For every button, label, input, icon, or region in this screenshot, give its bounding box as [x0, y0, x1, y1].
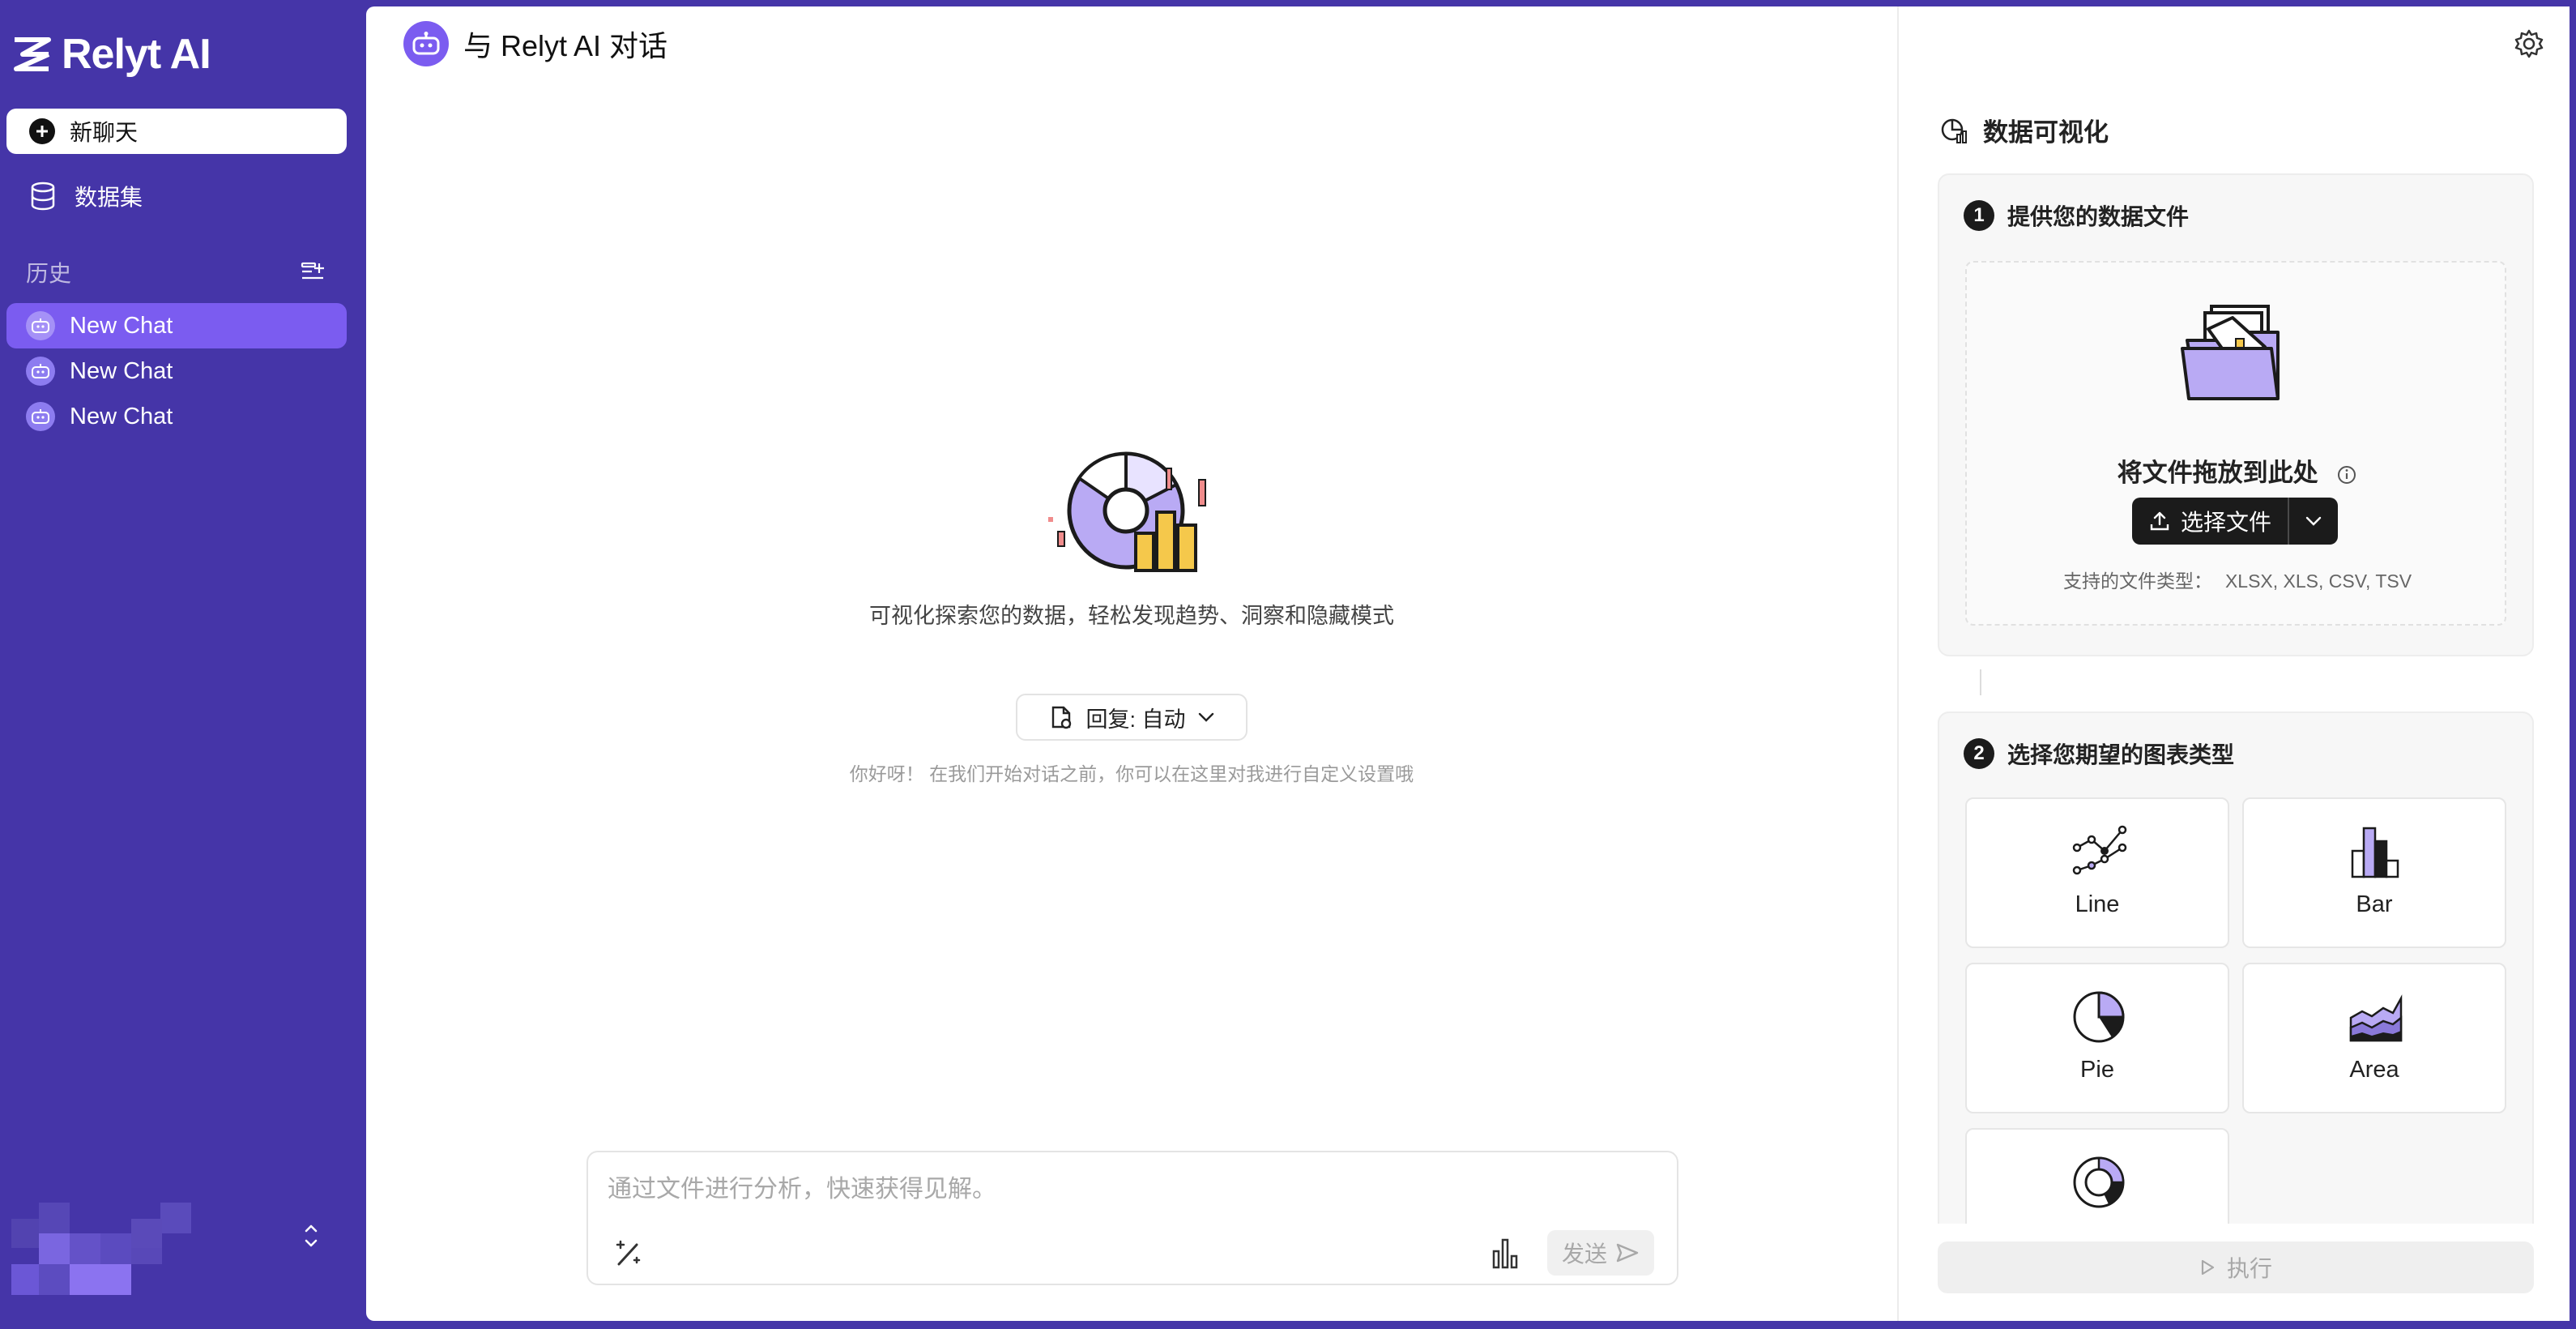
- chart-type-label: Area: [2349, 1057, 2399, 1083]
- supported-types: XLSX, XLS, CSV, TSV: [2224, 570, 2412, 592]
- reply-mode-label: 回复: 自动: [1085, 707, 1186, 732]
- sidebar: Relyt AI 新聊天 数据集 历史 New Chat New Chat Ne…: [0, 0, 361, 1329]
- chart-type-label: Line: [2075, 891, 2120, 917]
- choose-file-button[interactable]: 选择文件: [2132, 498, 2288, 545]
- robot-icon: [26, 402, 55, 431]
- send-label: 发送: [1561, 1241, 1607, 1267]
- history-item-label: New Chat: [70, 357, 173, 384]
- history-item[interactable]: New Chat: [6, 394, 347, 439]
- upload-icon: [2150, 511, 2169, 531]
- robot-icon: [26, 311, 55, 340]
- reply-hint: 你好呀！ 在我们开始对话之前，你可以在这里对我进行自定义设置哦: [849, 763, 1414, 784]
- chat-header: 与 Relyt AI 对话: [403, 21, 667, 66]
- chevron-down-icon: [1198, 712, 1213, 722]
- history-label: 历史: [26, 261, 72, 286]
- pie-chart-icon: [2073, 991, 2125, 1043]
- chart-type-label: Bar: [2356, 891, 2393, 917]
- reply-mode-select[interactable]: 回复: 自动: [1016, 694, 1247, 741]
- history-item-label: New Chat: [70, 312, 173, 339]
- robot-icon: [26, 357, 55, 386]
- chevron-down-icon: [2305, 516, 2322, 526]
- history-list: New Chat New Chat New Chat: [6, 303, 347, 439]
- panel-title: 数据可视化: [1939, 112, 2109, 148]
- app-logo[interactable]: Relyt AI: [11, 28, 211, 81]
- gear-icon[interactable]: [2513, 28, 2545, 60]
- message-composer: 发送: [586, 1151, 1678, 1285]
- new-chat-button[interactable]: 新聊天: [6, 109, 347, 154]
- panel-title-label: 数据可视化: [1983, 118, 2109, 147]
- area-chart-icon: [2349, 994, 2403, 1042]
- step-upload-card: 1 提供您的数据文件 将文件拖放到此处 选择文件 支持的文件类型： XLSX, …: [1938, 173, 2534, 656]
- history-item-label: New Chat: [70, 403, 173, 429]
- play-icon: [2201, 1259, 2215, 1276]
- manage-history-icon[interactable]: [300, 260, 326, 284]
- bar-chart-icon: [2351, 827, 2399, 878]
- sidebar-item-dataset[interactable]: 数据集: [6, 172, 347, 220]
- message-input[interactable]: [608, 1167, 1653, 1212]
- run-button[interactable]: 执行: [1938, 1241, 2534, 1293]
- dataset-label: 数据集: [75, 185, 143, 210]
- choose-file-button-group: 选择文件: [2132, 498, 2338, 545]
- step-chart-type-card: 2 选择您期望的图表类型 Line Bar Pie Area: [1938, 712, 2534, 1224]
- step-number: 2: [1964, 738, 1994, 769]
- panel-scroll-area[interactable]: 1 提供您的数据文件 将文件拖放到此处 选择文件 支持的文件类型： XLSX, …: [1938, 173, 2534, 1224]
- choose-file-label: 选择文件: [2180, 510, 2271, 535]
- new-chat-label: 新聊天: [70, 120, 139, 145]
- step-header: 1 提供您的数据文件: [1964, 199, 2189, 232]
- user-avatar[interactable]: [11, 1203, 222, 1297]
- supported-label: 支持的文件类型：: [2062, 570, 2212, 592]
- step-header: 2 选择您期望的图表类型: [1964, 737, 2234, 770]
- supported-file-types: 支持的文件类型： XLSX, XLS, CSV, TSV: [1967, 566, 2508, 593]
- chevron-up-down-icon: [305, 1224, 318, 1247]
- run-label: 执行: [2226, 1256, 2272, 1281]
- folder-icon: [2181, 305, 2280, 400]
- line-chart-icon: [2072, 825, 2127, 875]
- info-icon[interactable]: [2336, 464, 2357, 485]
- step-connector: [1980, 669, 1981, 695]
- chart-type-donut[interactable]: [1965, 1128, 2229, 1224]
- file-dropzone[interactable]: 将文件拖放到此处 选择文件 支持的文件类型： XLSX, XLS, CSV, T…: [1965, 261, 2506, 626]
- send-icon: [1616, 1243, 1639, 1263]
- account-expand-button[interactable]: [295, 1216, 327, 1256]
- step-title: 提供您的数据文件: [2007, 204, 2190, 229]
- history-item[interactable]: New Chat: [6, 348, 347, 394]
- step-number: 1: [1964, 200, 1994, 231]
- chart-type-pie[interactable]: Pie: [1965, 963, 2229, 1113]
- robot-icon: [403, 21, 449, 66]
- chat-main: 与 Relyt AI 对话 可视化探索您的数据，轻松发现趋势、洞察和隐藏模式 回…: [366, 6, 1897, 1321]
- chart-type-area[interactable]: Area: [2242, 963, 2506, 1113]
- choose-file-dropdown[interactable]: [2288, 498, 2338, 545]
- visualization-panel: 数据可视化 1 提供您的数据文件 将文件拖放到此处 选择文件 支持的文件类型： …: [1897, 6, 2570, 1321]
- data-visualization-illustration: [1048, 451, 1206, 572]
- donut-chart-icon: [2073, 1156, 2125, 1208]
- send-button[interactable]: 发送: [1547, 1230, 1654, 1276]
- app-name: Relyt AI: [62, 31, 211, 78]
- chart-type-line[interactable]: Line: [1965, 797, 2229, 948]
- relyt-logo-icon: [14, 37, 51, 71]
- bar-chart-icon[interactable]: [1489, 1235, 1521, 1271]
- hero-description: 可视化探索您的数据，轻松发现趋势、洞察和隐藏模式: [869, 604, 1394, 628]
- chart-type-label: Pie: [2080, 1057, 2114, 1083]
- dropzone-title: 将文件拖放到此处: [1967, 452, 2508, 489]
- chat-title: 与 Relyt AI 对话: [463, 29, 668, 62]
- data-visualization-icon: [1941, 118, 1967, 143]
- step-title: 选择您期望的图表类型: [2007, 742, 2235, 767]
- dropzone-title-text: 将文件拖放到此处: [2117, 459, 2318, 487]
- database-icon: [31, 182, 55, 211]
- reply-settings-icon: [1052, 706, 1072, 729]
- magic-wand-icon[interactable]: [612, 1237, 645, 1269]
- history-item[interactable]: New Chat: [6, 303, 347, 348]
- history-header: 历史: [26, 253, 326, 292]
- chart-type-bar[interactable]: Bar: [2242, 797, 2506, 948]
- plus-icon: [29, 118, 55, 144]
